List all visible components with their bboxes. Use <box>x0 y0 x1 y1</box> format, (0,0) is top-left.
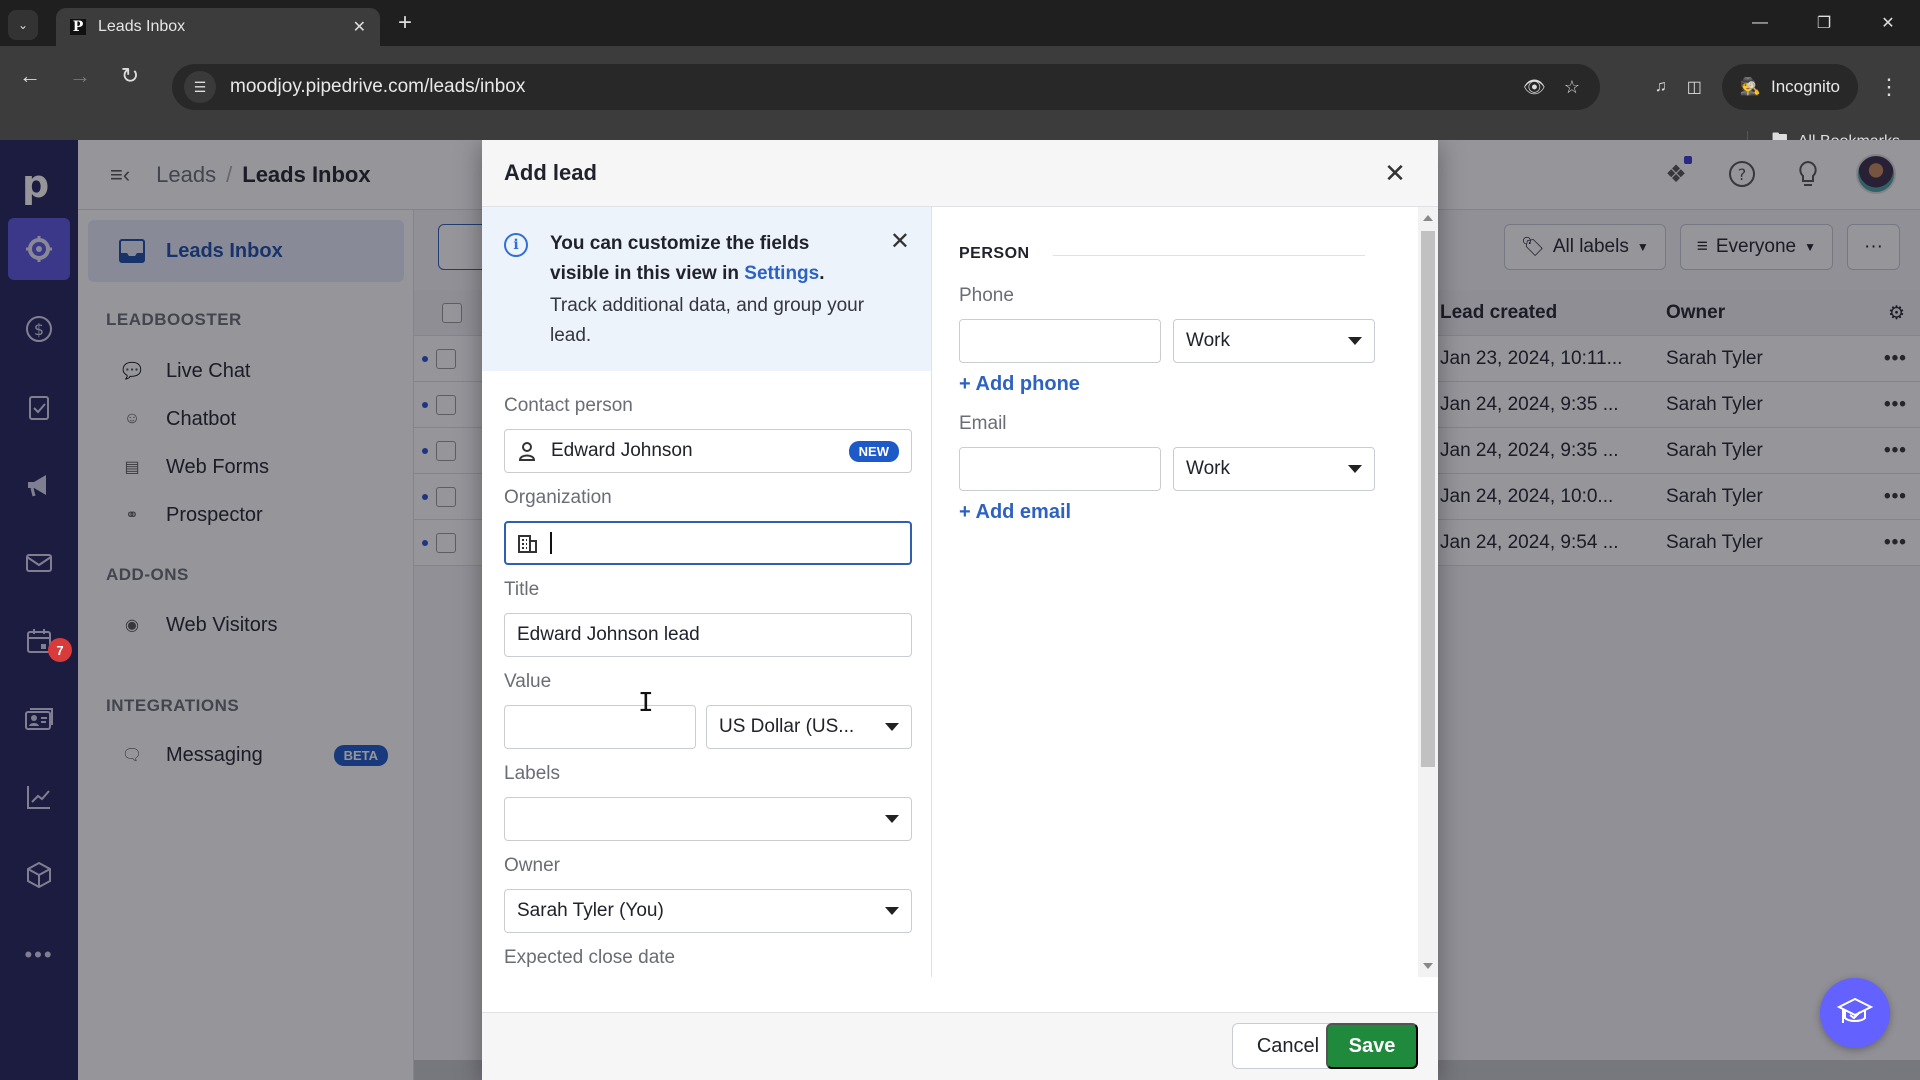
info-bold-text: You can customize the fields visible in … <box>550 229 870 289</box>
value-amount-input[interactable] <box>504 705 696 749</box>
section-divider <box>1053 255 1365 256</box>
chevron-down-icon: ⌄ <box>17 18 29 32</box>
owner-select[interactable]: Sarah Tyler (You) <box>504 889 912 933</box>
dropdown-arrow-icon <box>885 815 899 823</box>
customize-info-banner: i You can customize the fields visible i… <box>482 207 931 371</box>
labels-label: Labels <box>504 763 560 784</box>
window-controls: — ❐ ✕ <box>1728 0 1920 46</box>
eye-slash-icon[interactable]: 👁 <box>1523 77 1546 98</box>
restore-icon[interactable]: ❐ <box>1792 0 1856 46</box>
save-button[interactable]: Save <box>1326 1023 1418 1069</box>
phone-type-select[interactable]: Work <box>1173 319 1375 363</box>
phone-type-value: Work <box>1186 330 1230 351</box>
labels-select[interactable] <box>504 797 912 841</box>
email-type-select[interactable]: Work <box>1173 447 1375 491</box>
person-fields-column: PERSON Phone Work + Add phone Email Work… <box>933 207 1438 977</box>
url-text[interactable]: moodjoy.pipedrive.com/leads/inbox <box>230 76 1523 98</box>
incognito-icon: 🕵 <box>1739 77 1761 96</box>
modal-footer: Cancel Save <box>482 1012 1438 1080</box>
back-arrow-icon[interactable]: ← <box>12 58 48 94</box>
pipedrive-favicon-icon: P <box>70 19 86 35</box>
tab-close-icon[interactable]: ✕ <box>353 17 366 37</box>
info-icon: i <box>504 233 528 257</box>
info-description: Track additional data, and group your le… <box>550 295 865 346</box>
media-queue-icon[interactable]: ♫ <box>1655 78 1667 96</box>
currency-value: US Dollar (US... <box>719 716 855 737</box>
modal-title: Add lead <box>504 160 597 185</box>
dismiss-banner-icon[interactable]: ✕ <box>890 227 910 256</box>
modal-close-icon[interactable]: ✕ <box>1380 158 1410 188</box>
text-caret <box>550 532 552 554</box>
value-label: Value <box>504 671 552 692</box>
browser-toolbar: ← → ↻ ☰ moodjoy.pipedrive.com/leads/inbo… <box>0 46 1920 153</box>
settings-link[interactable]: Settings <box>744 263 819 284</box>
forward-arrow-icon[interactable]: → <box>62 58 98 94</box>
new-badge: NEW <box>848 440 899 462</box>
info-suffix: . <box>819 263 825 284</box>
calendar-badge: 7 <box>48 638 72 662</box>
phone-input[interactable] <box>959 319 1161 363</box>
site-settings-icon[interactable]: ☰ <box>184 71 216 103</box>
email-label: Email <box>959 413 1007 434</box>
side-panel-icon[interactable]: ◫ <box>1687 77 1702 97</box>
modal-scrollbar[interactable] <box>1418 207 1438 977</box>
tab-title: Leads Inbox <box>98 18 186 35</box>
browser-tab[interactable]: P Leads Inbox ✕ <box>56 8 380 46</box>
phone-label: Phone <box>959 285 1014 306</box>
incognito-chip[interactable]: 🕵 Incognito <box>1721 64 1858 110</box>
contact-person-value: Edward Johnson <box>551 440 693 461</box>
kebab-menu-icon[interactable]: ⋮ <box>1878 74 1900 100</box>
pipedrive-app: p $ 7 ••• ≡‹ Leads / Leads Inbox ❖ ? Lea… <box>0 140 1920 1080</box>
title-value: Edward Johnson lead <box>517 624 700 645</box>
scrollbar-thumb[interactable] <box>1421 231 1435 767</box>
owner-label: Owner <box>504 855 560 876</box>
title-label: Title <box>504 579 540 600</box>
scroll-up-arrow-icon[interactable] <box>1423 215 1433 221</box>
person-section-title: PERSON <box>959 245 1030 262</box>
add-email-link[interactable]: + Add email <box>959 501 1071 524</box>
minimize-icon[interactable]: — <box>1728 0 1792 46</box>
expected-close-date-label: Expected close date <box>504 947 676 968</box>
email-type-value: Work <box>1186 458 1230 479</box>
dropdown-arrow-icon <box>885 907 899 915</box>
dropdown-arrow-icon <box>1348 465 1362 473</box>
address-bar[interactable]: ☰ moodjoy.pipedrive.com/leads/inbox 👁 ☆ <box>172 64 1600 110</box>
dropdown-arrow-icon <box>885 723 899 731</box>
organization-input[interactable] <box>504 521 912 565</box>
email-input[interactable] <box>959 447 1161 491</box>
contact-person-label: Contact person <box>504 395 633 416</box>
add-phone-link[interactable]: + Add phone <box>959 373 1080 396</box>
browser-tabstrip: ⌄ P Leads Inbox ✕ + — ❐ ✕ <box>0 0 1920 46</box>
dropdown-arrow-icon <box>1348 337 1362 345</box>
title-input[interactable]: Edward Johnson lead <box>504 613 912 657</box>
owner-value: Sarah Tyler (You) <box>517 900 664 921</box>
lead-fields-column: i You can customize the fields visible i… <box>482 207 932 977</box>
organization-label: Organization <box>504 487 612 508</box>
incognito-label: Incognito <box>1771 77 1840 96</box>
scroll-down-arrow-icon[interactable] <box>1423 963 1433 969</box>
academy-button[interactable] <box>1820 978 1890 1048</box>
text-cursor-icon: I <box>638 688 654 718</box>
new-tab-icon[interactable]: + <box>398 11 412 35</box>
bookmark-star-icon[interactable]: ☆ <box>1564 77 1580 98</box>
person-icon <box>517 441 537 461</box>
reload-icon[interactable]: ↻ <box>112 58 148 94</box>
add-lead-modal: Add lead ✕ i You can customize the field… <box>482 140 1438 1080</box>
modal-header: Add lead <box>482 140 1438 207</box>
currency-select[interactable]: US Dollar (US... <box>706 705 912 749</box>
building-icon <box>518 533 538 553</box>
window-close-icon[interactable]: ✕ <box>1856 0 1920 46</box>
contact-person-input[interactable]: Edward Johnson NEW <box>504 429 912 473</box>
graduation-cap-icon <box>1836 997 1874 1023</box>
tab-search-button[interactable]: ⌄ <box>8 10 38 40</box>
